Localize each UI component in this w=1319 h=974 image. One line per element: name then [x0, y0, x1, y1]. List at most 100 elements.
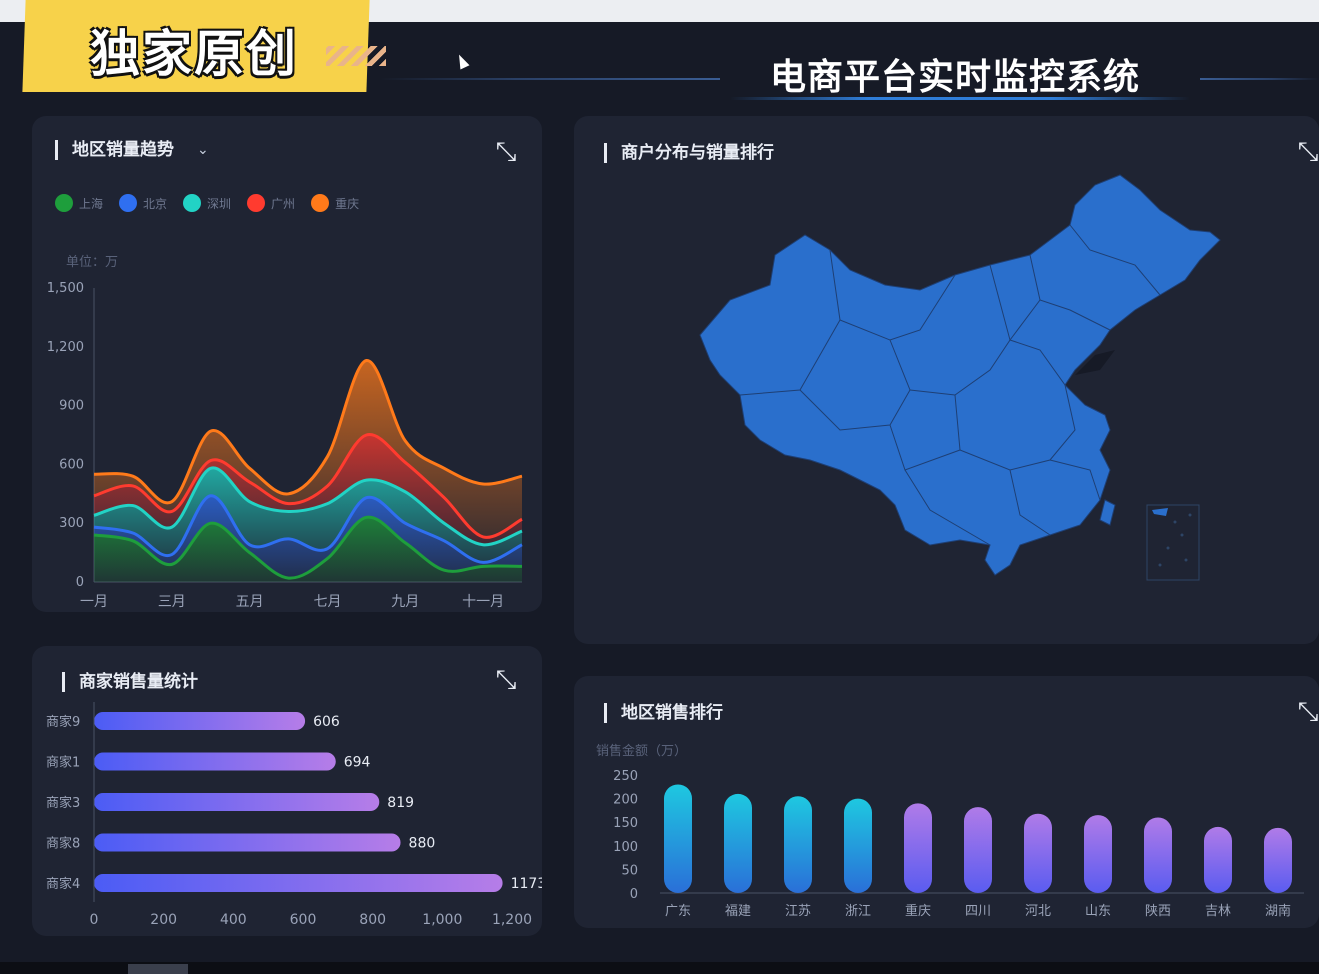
x-tick-label: 福建 [725, 904, 751, 919]
bar-江苏 [784, 796, 812, 893]
y-tick-label: 200 [613, 793, 638, 808]
bar-商家1 [94, 752, 336, 771]
expand-icon[interactable]: ⤡ [1296, 699, 1319, 725]
value-label: 606 [313, 714, 340, 730]
category-label: 商家3 [46, 795, 80, 811]
y-tick-label: 600 [59, 457, 84, 472]
y-tick-label: 900 [59, 399, 84, 414]
china-map[interactable] [690, 170, 1250, 590]
value-label: 880 [409, 836, 436, 852]
watermark-stripes [326, 46, 386, 66]
x-tick-label: 十一月 [462, 594, 504, 610]
merchants-panel-title: 商家销售量统计 [62, 672, 198, 692]
x-tick-label: 湖南 [1265, 903, 1291, 919]
x-tick-label: 吉林 [1205, 904, 1231, 919]
chevron-down-icon[interactable]: ⌄ [197, 142, 209, 158]
bar-湖南 [1264, 827, 1292, 893]
trend-panel-title: 地区销量趋势 [55, 140, 174, 160]
expand-icon[interactable]: ⤡ [494, 139, 518, 165]
mouse-cursor-icon [454, 52, 470, 70]
y-tick-label: 100 [613, 840, 638, 855]
legend-label: 重庆 [335, 196, 360, 211]
y-tick-label: 250 [613, 769, 638, 784]
legend-dot [55, 194, 73, 212]
x-tick-label: 200 [150, 912, 177, 928]
bar-浙江 [844, 798, 872, 893]
x-tick-label: 陕西 [1145, 904, 1171, 919]
category-label: 商家9 [46, 714, 80, 730]
x-tick-label: 600 [290, 912, 317, 928]
bar-商家9 [94, 712, 306, 730]
x-tick-label: 浙江 [845, 904, 871, 919]
y-tick-label: 1,200 [47, 340, 84, 355]
expand-icon[interactable]: ⤡ [494, 667, 518, 693]
x-tick-label: 三月 [158, 594, 186, 610]
category-label: 商家4 [46, 876, 80, 892]
bar-吉林 [1204, 826, 1232, 893]
x-tick-label: 江苏 [785, 903, 811, 919]
legend-item[interactable]: 北京 [119, 194, 167, 212]
value-label: 819 [387, 795, 414, 811]
x-tick-label: 四川 [965, 904, 991, 919]
bar-陕西 [1144, 817, 1172, 893]
merchants-chart: 商家9 606 商家1 694 商家3 819 商家8 880 商家4 1173 0 200 400 60… [46, 702, 542, 928]
x-tick-label: 400 [220, 912, 247, 928]
legend-label: 广州 [271, 196, 296, 211]
x-tick-label: 五月 [236, 594, 264, 610]
header-line-left [380, 78, 720, 80]
watermark-text: 独家原创 [90, 25, 298, 83]
ranking-chart: 销售金额（万） 0 50 100 150 200 250 广东 福建 江苏 浙江 重庆 四川 河北 山东 陕西… [596, 743, 1304, 919]
trend-legend: 上海 北京 深圳 广州 重庆 [55, 194, 359, 212]
value-label: 694 [344, 755, 371, 771]
legend-item[interactable]: 上海 [55, 194, 103, 212]
bar-福建 [724, 793, 752, 893]
expand-icon[interactable]: ⤡ [1296, 139, 1319, 165]
bar-商家8 [94, 833, 401, 852]
y-tick-label: 300 [59, 516, 84, 531]
x-tick-label: 0 [90, 912, 99, 928]
bar-商家3 [94, 793, 380, 811]
x-tick-label: 800 [359, 912, 386, 928]
y-tick-label: 1,500 [47, 281, 84, 296]
y-tick-label: 0 [630, 887, 638, 902]
x-tick-label: 河北 [1025, 904, 1051, 919]
legend-dot [247, 194, 266, 212]
legend-dot [183, 194, 202, 212]
x-tick-label: 重庆 [905, 903, 931, 919]
legend-label: 北京 [143, 196, 168, 211]
header-underline [730, 97, 1190, 100]
x-tick-label: 1,200 [492, 912, 532, 928]
ranking-panel-title: 地区销售排行 [604, 703, 723, 723]
y-tick-label: 50 [621, 863, 638, 878]
x-tick-label: 广东 [665, 904, 691, 919]
x-tick-label: 山东 [1085, 904, 1111, 919]
x-tick-label: 1,000 [422, 912, 462, 928]
legend-dot [311, 194, 330, 212]
y-tick-label: 0 [76, 575, 84, 590]
category-label: 商家8 [46, 836, 80, 852]
bar-广东 [664, 784, 692, 893]
page-title: 电商平台实时监控系统 [770, 57, 1141, 98]
bar-河北 [1024, 813, 1052, 893]
y-tick-label: 150 [613, 816, 638, 831]
trend-chart: 单位：万 0 300 600 900 1,200 1,500 一月 三月 五月 七月 九月 十一月 [47, 255, 523, 610]
map-panel-title: 商户分布与销量排行 [604, 143, 774, 163]
category-label: 商家1 [46, 755, 80, 771]
y-unit-label: 单位：万 [66, 255, 118, 270]
legend-label: 上海 [79, 196, 104, 211]
bar-四川 [964, 807, 992, 893]
bar-商家4 [94, 874, 503, 892]
bar-山东 [1084, 815, 1112, 893]
legend-item[interactable]: 重庆 [311, 194, 359, 212]
legend-dot [119, 194, 138, 212]
china-map-shape[interactable] [699, 174, 1221, 576]
legend-item[interactable]: 深圳 [183, 194, 231, 212]
legend-item[interactable]: 广州 [247, 194, 295, 212]
y-unit-label: 销售金额（万） [596, 743, 687, 759]
x-tick-label: 九月 [391, 594, 419, 610]
bar-重庆 [904, 803, 932, 893]
x-tick-label: 七月 [313, 594, 341, 610]
taskbar-tab[interactable] [128, 964, 188, 974]
header-line-right [1200, 78, 1319, 80]
x-tick-label: 一月 [80, 594, 108, 610]
